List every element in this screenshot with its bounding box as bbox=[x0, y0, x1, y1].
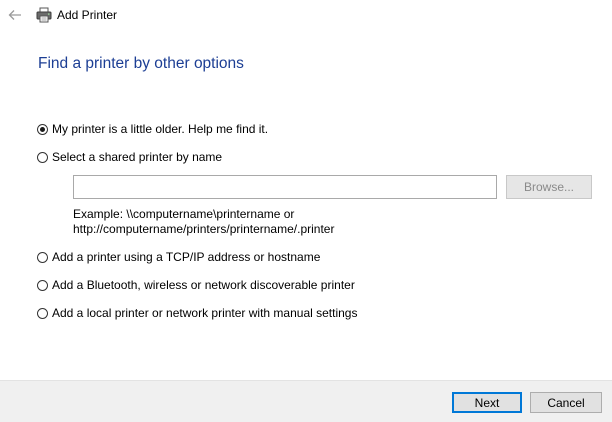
option-tcpip-printer[interactable]: Add a printer using a TCP/IP address or … bbox=[37, 249, 320, 265]
window-title: Add Printer bbox=[57, 8, 118, 22]
example-line-1: Example: \\computername\printername or bbox=[73, 207, 295, 221]
option-label-older-printer: My printer is a little older. Help me fi… bbox=[52, 122, 269, 136]
back-arrow-icon bbox=[8, 10, 21, 20]
dialog-footer: Next Cancel bbox=[0, 380, 612, 422]
option-label-shared-printer: Select a shared printer by name bbox=[52, 150, 223, 164]
radio-bluetooth-printer[interactable] bbox=[37, 279, 48, 291]
browse-button[interactable]: Browse... bbox=[506, 175, 592, 199]
option-shared-printer[interactable]: Select a shared printer by name bbox=[37, 149, 222, 165]
option-label-bluetooth-printer: Add a Bluetooth, wireless or network dis… bbox=[52, 278, 355, 292]
option-bluetooth-printer[interactable]: Add a Bluetooth, wireless or network dis… bbox=[37, 277, 355, 293]
option-older-printer[interactable]: My printer is a little older. Help me fi… bbox=[37, 121, 268, 137]
cancel-button[interactable]: Cancel bbox=[530, 392, 602, 413]
radio-local-printer[interactable] bbox=[37, 307, 48, 319]
radio-shared-printer[interactable] bbox=[37, 151, 48, 163]
title-bar: Add Printer bbox=[0, 0, 612, 30]
page-heading: Find a printer by other options bbox=[38, 55, 244, 72]
radio-older-printer[interactable] bbox=[37, 123, 48, 135]
example-text: Example: \\computername\printername or h… bbox=[73, 207, 334, 237]
shared-printer-name-input[interactable] bbox=[73, 175, 497, 199]
option-local-printer[interactable]: Add a local printer or network printer w… bbox=[37, 305, 357, 321]
option-label-local-printer: Add a local printer or network printer w… bbox=[52, 306, 358, 320]
example-line-2: http://computername/printers/printername… bbox=[73, 222, 335, 236]
next-button[interactable]: Next bbox=[452, 392, 522, 413]
radio-tcpip-printer[interactable] bbox=[37, 251, 48, 263]
printer-icon bbox=[36, 7, 52, 23]
option-label-tcpip-printer: Add a printer using a TCP/IP address or … bbox=[52, 250, 321, 264]
back-button[interactable] bbox=[6, 6, 24, 24]
